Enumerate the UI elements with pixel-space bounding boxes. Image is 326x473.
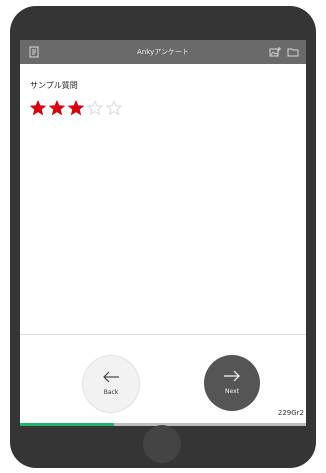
document-list-icon[interactable] bbox=[27, 45, 41, 59]
next-button-label: Next bbox=[225, 388, 239, 395]
folder-icon[interactable] bbox=[286, 45, 300, 59]
image-add-icon[interactable] bbox=[268, 45, 282, 59]
top-bar: Ankyアンケート bbox=[20, 40, 306, 64]
back-button-label: Back bbox=[103, 389, 119, 396]
question-block: サンプル質問 bbox=[30, 80, 280, 116]
home-button[interactable] bbox=[143, 425, 181, 463]
next-button[interactable]: Next bbox=[204, 355, 260, 411]
page: Ankyアンケート サンプル質問 Back Next 229Gr2 bbox=[0, 0, 326, 473]
content-divider bbox=[20, 334, 306, 335]
star-filled-icon[interactable] bbox=[68, 100, 84, 116]
question-label: サンプル質問 bbox=[30, 81, 78, 90]
app-screen: Ankyアンケート サンプル質問 Back Next 229Gr2 bbox=[20, 40, 306, 426]
progress-fill bbox=[20, 423, 115, 426]
version-label: 229Gr2 bbox=[277, 409, 304, 417]
app-title: Ankyアンケート bbox=[137, 48, 189, 56]
star-empty-icon[interactable] bbox=[106, 100, 122, 116]
arrow-right-icon bbox=[222, 370, 242, 382]
star-rating[interactable] bbox=[30, 100, 280, 116]
arrow-left-icon bbox=[101, 371, 121, 383]
star-filled-icon[interactable] bbox=[30, 100, 46, 116]
tablet-frame: Ankyアンケート サンプル質問 Back Next 229Gr2 bbox=[10, 6, 316, 468]
star-filled-icon[interactable] bbox=[49, 100, 65, 116]
star-empty-icon[interactable] bbox=[87, 100, 103, 116]
back-button[interactable]: Back bbox=[82, 355, 140, 413]
